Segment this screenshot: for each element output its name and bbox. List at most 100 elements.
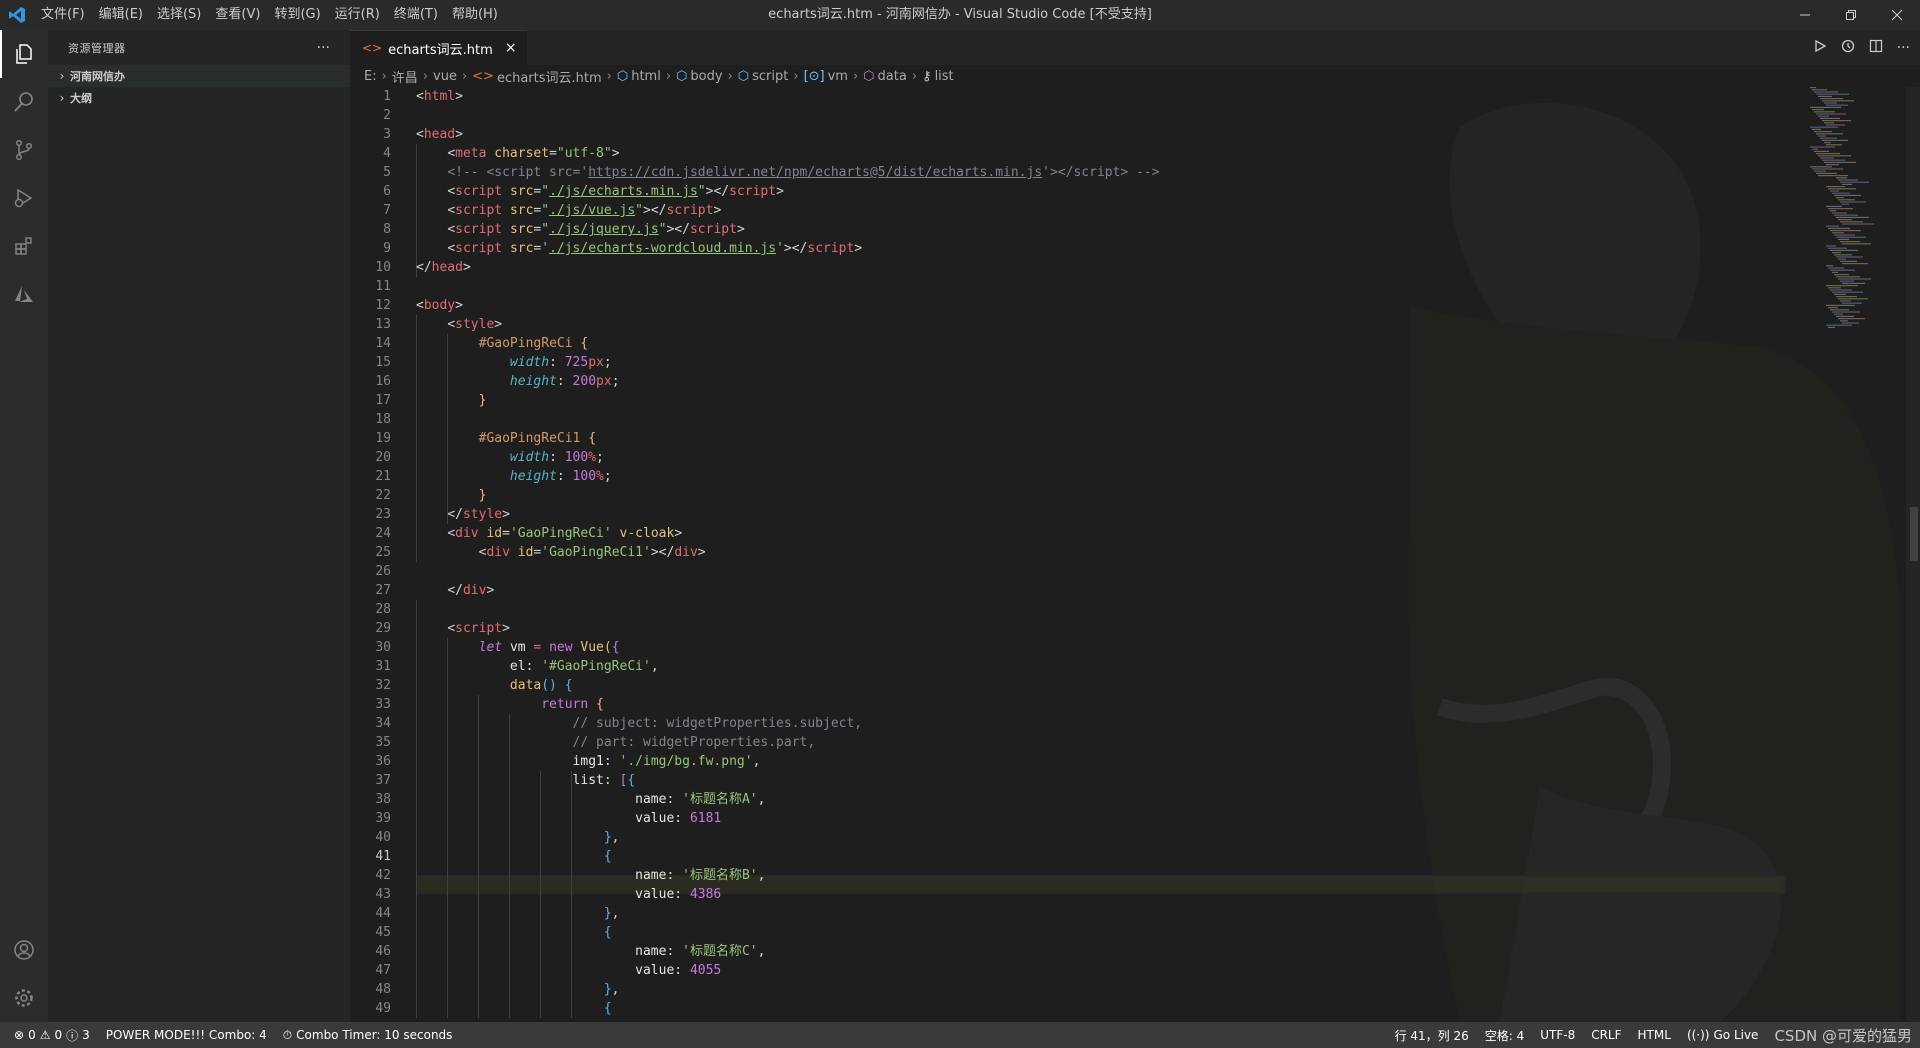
indentation[interactable]: 空格: 4 <box>1477 1027 1533 1044</box>
tab-echarts-htm[interactable]: <> echarts词云.htm × <box>350 30 527 65</box>
error-count: 0 <box>28 1028 36 1042</box>
minimap-line <box>1836 177 1847 179</box>
sidebar-section-outline[interactable]: › 大纲 <box>48 87 350 109</box>
code-line: value: 6181 <box>635 811 722 826</box>
cursor-position[interactable]: 行 41，列 26 <box>1387 1027 1477 1044</box>
breadcrumb-label: vue <box>433 68 457 84</box>
minimap-line <box>1828 267 1844 269</box>
breadcrumb-item-folder[interactable]: 许昌 <box>392 67 418 86</box>
minimap-line <box>1838 238 1849 240</box>
more-actions-icon[interactable]: ··· <box>1897 40 1910 56</box>
close-icon[interactable]: × <box>505 40 517 56</box>
close-window-button[interactable] <box>1874 0 1920 30</box>
minimap-line <box>1832 252 1841 254</box>
code-editor[interactable]: 1 2 3 4 5 6 7 8 9 10 11 12 13 14 15 16 17 18 19 20 21 22 23 24 2… <box>350 87 1786 1022</box>
breadcrumb-item-symbol[interactable]: ⚷ list <box>922 69 954 84</box>
breadcrumb-item-symbol[interactable]: ⬡ script <box>738 69 789 84</box>
menu-terminal[interactable]: 终端(T) <box>387 0 445 30</box>
minimap-line <box>1810 126 1838 128</box>
menu-run[interactable]: 运行(R) <box>328 0 387 30</box>
run-icon[interactable] <box>1813 39 1827 57</box>
minimap-line <box>1814 170 1826 172</box>
menu-file[interactable]: 文件(F) <box>34 0 92 30</box>
minimap-line <box>1822 139 1848 141</box>
code-line: <div id='GaoPingReCi1'></div> <box>478 545 706 560</box>
minimap-line <box>1826 304 1855 306</box>
more-actions-icon[interactable]: ··· <box>317 40 330 56</box>
encoding[interactable]: UTF-8 <box>1532 1028 1583 1042</box>
restore-button[interactable] <box>1828 0 1874 30</box>
line-number: 38 <box>375 792 391 807</box>
language-mode[interactable]: HTML <box>1630 1028 1679 1042</box>
run-debug-icon[interactable] <box>0 174 48 222</box>
source-control-icon[interactable] <box>0 126 48 174</box>
minimap-line <box>1832 192 1850 194</box>
power-mode-status[interactable]: POWER MODE!!! Combo: 4 <box>98 1028 275 1042</box>
minimap-line <box>1834 254 1852 256</box>
minimap-line <box>1840 181 1869 183</box>
tab-bar: <> echarts词云.htm × <box>350 30 1920 65</box>
breadcrumb-item-symbol[interactable]: ⬡ data <box>863 69 907 84</box>
breadcrumb-item-folder[interactable]: vue <box>433 69 457 84</box>
menu-selection[interactable]: 选择(S) <box>150 0 208 30</box>
breadcrumb-item-symbol[interactable]: ⬡ body <box>676 69 723 84</box>
menu-edit[interactable]: 编辑(E) <box>92 0 150 30</box>
breadcrumb-item-file[interactable]: <> echarts词云.htm <box>472 67 602 86</box>
vertical-scrollbar[interactable] <box>1906 87 1920 1022</box>
line-ending[interactable]: CRLF <box>1583 1028 1629 1042</box>
explorer-icon[interactable] <box>0 30 48 78</box>
chevron-right-icon: › <box>461 68 468 84</box>
minimize-button[interactable] <box>1782 0 1828 30</box>
extensions-icon[interactable] <box>0 222 48 270</box>
editor-area: <> echarts词云.htm × ··· E: › 许昌 › vue › <… <box>350 30 1920 1022</box>
editor-actions: ··· <box>1813 30 1910 65</box>
minimap[interactable] <box>1806 87 1906 487</box>
combo-timer-status[interactable]: ⏱ Combo Timer: 10 seconds <box>275 1028 461 1043</box>
code-line: data() { <box>509 678 573 693</box>
code-line: </style> <box>447 507 510 522</box>
minimap-line <box>1818 115 1829 117</box>
minimap-line <box>1840 260 1857 262</box>
minimap-line <box>1838 219 1852 221</box>
scrollbar-thumb[interactable] <box>1910 507 1918 561</box>
go-live-button[interactable]: ((·)) Go Live <box>1679 1028 1767 1042</box>
timeline-history-icon[interactable] <box>1841 39 1855 57</box>
menu-go[interactable]: 转到(G) <box>267 0 327 30</box>
minimap-line <box>1826 164 1839 166</box>
minimap-line <box>1842 183 1852 185</box>
minimap-line <box>1834 313 1843 315</box>
minimap-line <box>1820 117 1840 119</box>
minimap-line <box>1838 298 1868 300</box>
line-number: 16 <box>375 374 391 389</box>
info-count: 3 <box>82 1028 90 1042</box>
breadcrumb-item-symbol[interactable]: ⬡ html <box>617 69 661 84</box>
minimap-line <box>1816 93 1849 95</box>
azure-icon[interactable] <box>0 270 48 318</box>
search-icon[interactable] <box>0 78 48 126</box>
line-number: 24 <box>375 526 391 541</box>
line-number: 30 <box>375 640 391 655</box>
section-label: 大纲 <box>70 92 92 105</box>
split-editor-icon[interactable] <box>1869 39 1883 57</box>
minimap-line <box>1812 168 1843 170</box>
line-number: 2 <box>383 108 391 123</box>
minimap-line <box>1834 293 1846 295</box>
breadcrumb-item-drive[interactable]: E: <box>364 69 377 84</box>
line-number: 21 <box>375 469 391 484</box>
code-line: <script src="./js/jquery.js"></script> <box>447 222 745 237</box>
menu-view[interactable]: 查看(V) <box>208 0 267 30</box>
html-file-icon: <> <box>472 68 494 84</box>
account-icon[interactable] <box>0 926 48 974</box>
breadcrumb-item-symbol[interactable]: [⊙] vm <box>804 69 848 84</box>
minimap-line <box>1818 155 1851 157</box>
sidebar-section-folder[interactable]: › 河南网信办 <box>48 65 350 87</box>
minimap-line <box>1822 159 1845 161</box>
problems-indicator[interactable]: ⊗ 0 ⚠ 0 ⓘ 3 <box>0 1027 98 1044</box>
line-number: 28 <box>375 602 391 617</box>
code-line: <html> <box>416 89 463 104</box>
code-line: <body> <box>416 298 463 313</box>
minimap-lines <box>1810 87 1874 328</box>
menu-help[interactable]: 帮助(H) <box>445 0 505 30</box>
minimap-line <box>1830 230 1861 232</box>
settings-gear-icon[interactable] <box>0 974 48 1022</box>
